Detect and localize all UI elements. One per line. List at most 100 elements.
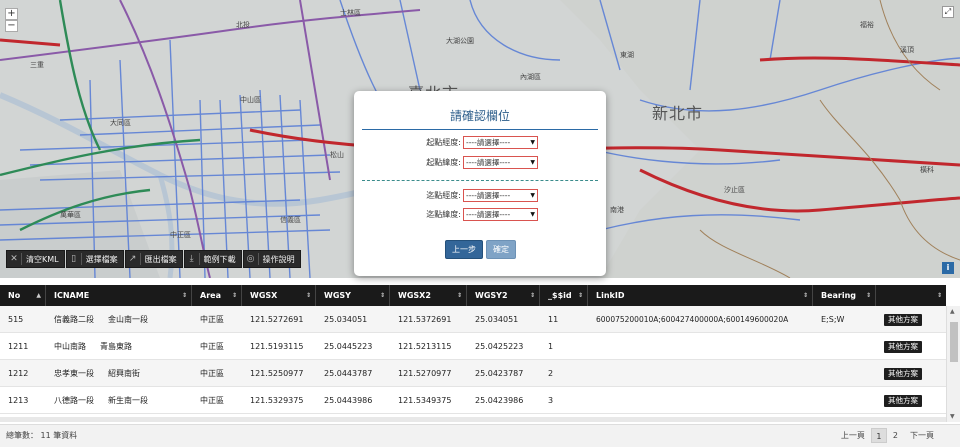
cell-wgsy2: 25.0423787: [475, 369, 524, 378]
column-header-area[interactable]: Area ⇕: [192, 285, 242, 306]
sort-asc-icon: ▲: [36, 292, 41, 299]
end-longitude-label: 迄點經度:: [426, 191, 461, 200]
table-row[interactable]: 1213 八德路一段 新生南一段 中正區 121.5329375 25.04439…: [0, 387, 946, 414]
end-latitude-row: 迄點緯度: ----請選擇---- ▼: [424, 208, 538, 221]
end-latitude-select[interactable]: ----請選擇---- ▼: [463, 208, 538, 221]
table-row[interactable]: 1212 忠孝東一段 紹興南街 中正區 121.5250977 25.044378…: [0, 360, 946, 387]
clear-kml-label: 清空KML: [26, 254, 59, 264]
end-longitude-select[interactable]: ----請選擇---- ▼: [463, 189, 538, 202]
cell-wgsx2: 121.5270977: [398, 369, 452, 378]
next-page-link[interactable]: 下一頁: [904, 428, 940, 443]
info-icon[interactable]: i: [942, 262, 954, 274]
cell-wgsy2: 25.0423986: [475, 396, 524, 405]
column-header-wgsy2[interactable]: WGSY2 ⇕: [467, 285, 540, 306]
sample-download-label: 範例下載: [203, 254, 236, 264]
start-latitude-select[interactable]: ----請選擇---- ▼: [463, 156, 538, 169]
column-header-bearing[interactable]: Bearing ⇕: [813, 285, 876, 306]
table-row[interactable]: 515 信義路二段 金山南一段 中正區 121.5272691 25.034051…: [0, 306, 946, 333]
cell-wgsx2: 121.5213115: [398, 342, 452, 351]
other-plan-button[interactable]: 其他方案: [884, 341, 922, 353]
close-icon: ✕: [10, 253, 22, 265]
export-icon: ↗: [129, 253, 141, 265]
sort-icon: ⇕: [379, 292, 385, 299]
sort-icon: ⇕: [456, 292, 462, 299]
table-header: No ▲ ICNAME ⇕ Area ⇕ WGSX ⇕ WGSY ⇕ WGSX2 ⇕ WGS…: [0, 285, 946, 306]
start-longitude-label: 起點經度:: [426, 138, 461, 147]
chevron-down-icon: ▼: [530, 139, 535, 146]
help-icon: ◎: [247, 253, 259, 265]
table-body: 515 信義路二段 金山南一段 中正區 121.5272691 25.034051…: [0, 306, 946, 414]
sort-icon: ⇕: [577, 292, 583, 299]
cell-wgsy2: 25.0425223: [475, 342, 524, 351]
expand-icon[interactable]: ⤢: [942, 6, 954, 18]
cell-no: 515: [8, 315, 24, 324]
map-label-sanchong: 三重: [30, 61, 44, 69]
column-header-wgsy[interactable]: WGSY ⇕: [316, 285, 390, 306]
cell-icname: 中山南路 青島東路: [54, 342, 132, 351]
cell-bearing: [813, 360, 876, 386]
column-header-id[interactable]: _$$id ⇕: [540, 285, 588, 306]
cell-action: 其他方案: [876, 306, 946, 332]
sort-icon: ⇕: [936, 292, 942, 299]
start-longitude-select[interactable]: ----請選擇---- ▼: [463, 136, 538, 149]
end-latitude-label: 迄點緯度:: [426, 210, 461, 219]
previous-page-link[interactable]: 上一頁: [835, 428, 871, 443]
map-label-fuyu: 福裕: [860, 21, 874, 29]
clear-kml-button[interactable]: ✕ 清空KML: [6, 250, 65, 268]
table-footer: 總筆數： 11 筆資料 上一頁 1 2 下一頁: [0, 424, 960, 447]
dialog-dashed-divider: [362, 180, 598, 181]
sample-download-button[interactable]: ⤓ 範例下載: [183, 250, 242, 268]
pagination: 上一頁 1 2 下一頁: [835, 428, 940, 443]
other-plan-button[interactable]: 其他方案: [884, 314, 922, 326]
sort-icon: ⇕: [529, 292, 535, 299]
scroll-up-icon[interactable]: ▲: [950, 308, 955, 315]
choose-file-button[interactable]: ▯ 選擇檔案: [65, 250, 124, 268]
start-latitude-value: ----請選擇----: [466, 158, 511, 167]
other-plan-button[interactable]: 其他方案: [884, 368, 922, 380]
export-file-button[interactable]: ↗ 匯出檔案: [124, 250, 183, 268]
cell-linkid: [588, 333, 813, 359]
cell-wgsy: 25.0443787: [324, 369, 373, 378]
zoom-out-button[interactable]: −: [5, 20, 18, 32]
cell-wgsy2: 25.034051: [475, 315, 519, 324]
map-label-hengke: 橫科: [920, 166, 934, 174]
table-horizontal-scrollbar[interactable]: [0, 417, 946, 422]
cell-icname: 信義路二段 金山南一段: [54, 315, 148, 324]
cell-bearing: [813, 333, 876, 359]
sort-icon: ⇕: [802, 292, 808, 299]
toolbar: ✕ 清空KML ▯ 選擇檔案 ↗ 匯出檔案 ⤓ 範例下載 ◎ 操作說明: [6, 250, 301, 268]
page-2-link[interactable]: 2: [887, 428, 904, 443]
scroll-down-icon[interactable]: ▼: [950, 413, 955, 420]
column-header-no[interactable]: No ▲: [0, 285, 46, 306]
map-label-xiding: 溪頂: [900, 46, 914, 54]
column-header-linkid[interactable]: LinkID ⇕: [588, 285, 813, 306]
table-row[interactable]: 1211 中山南路 青島東路 中正區 121.5193115 25.0445223…: [0, 333, 946, 360]
record-count: 總筆數： 11 筆資料: [6, 431, 78, 440]
column-header-wgsx[interactable]: WGSX ⇕: [242, 285, 316, 306]
column-header-icname[interactable]: ICNAME ⇕: [46, 285, 192, 306]
file-icon: ▯: [70, 253, 82, 265]
column-header-wgsx2[interactable]: WGSX2 ⇕: [390, 285, 467, 306]
previous-step-button[interactable]: 上一步: [445, 240, 483, 259]
table-vertical-scrollbar[interactable]: ▲ ▼: [946, 306, 960, 422]
confirm-button[interactable]: 確定: [486, 240, 516, 259]
cell-action: 其他方案: [876, 360, 946, 386]
scrollbar-thumb[interactable]: [950, 322, 958, 362]
start-longitude-row: 起點經度: ----請選擇---- ▼: [424, 136, 538, 149]
chevron-down-icon: ▼: [530, 192, 535, 199]
column-header-action[interactable]: ⇕: [876, 285, 946, 306]
help-button[interactable]: ◎ 操作說明: [242, 250, 301, 268]
cell-action: 其他方案: [876, 333, 946, 359]
other-plan-button[interactable]: 其他方案: [884, 395, 922, 407]
export-file-label: 匯出檔案: [144, 254, 177, 264]
download-icon: ⤓: [188, 253, 200, 265]
map-label-songshan: 松山: [330, 151, 344, 159]
sort-icon: ⇕: [231, 292, 237, 299]
map-label-xinyi: 信義區: [280, 216, 301, 224]
zoom-in-button[interactable]: +: [5, 8, 18, 20]
cell-wgsy: 25.0443986: [324, 396, 373, 405]
sort-icon: ⇕: [865, 292, 871, 299]
cell-id: 3: [548, 396, 554, 405]
page-1-link[interactable]: 1: [870, 428, 887, 443]
cell-wgsy: 25.0445223: [324, 342, 373, 351]
